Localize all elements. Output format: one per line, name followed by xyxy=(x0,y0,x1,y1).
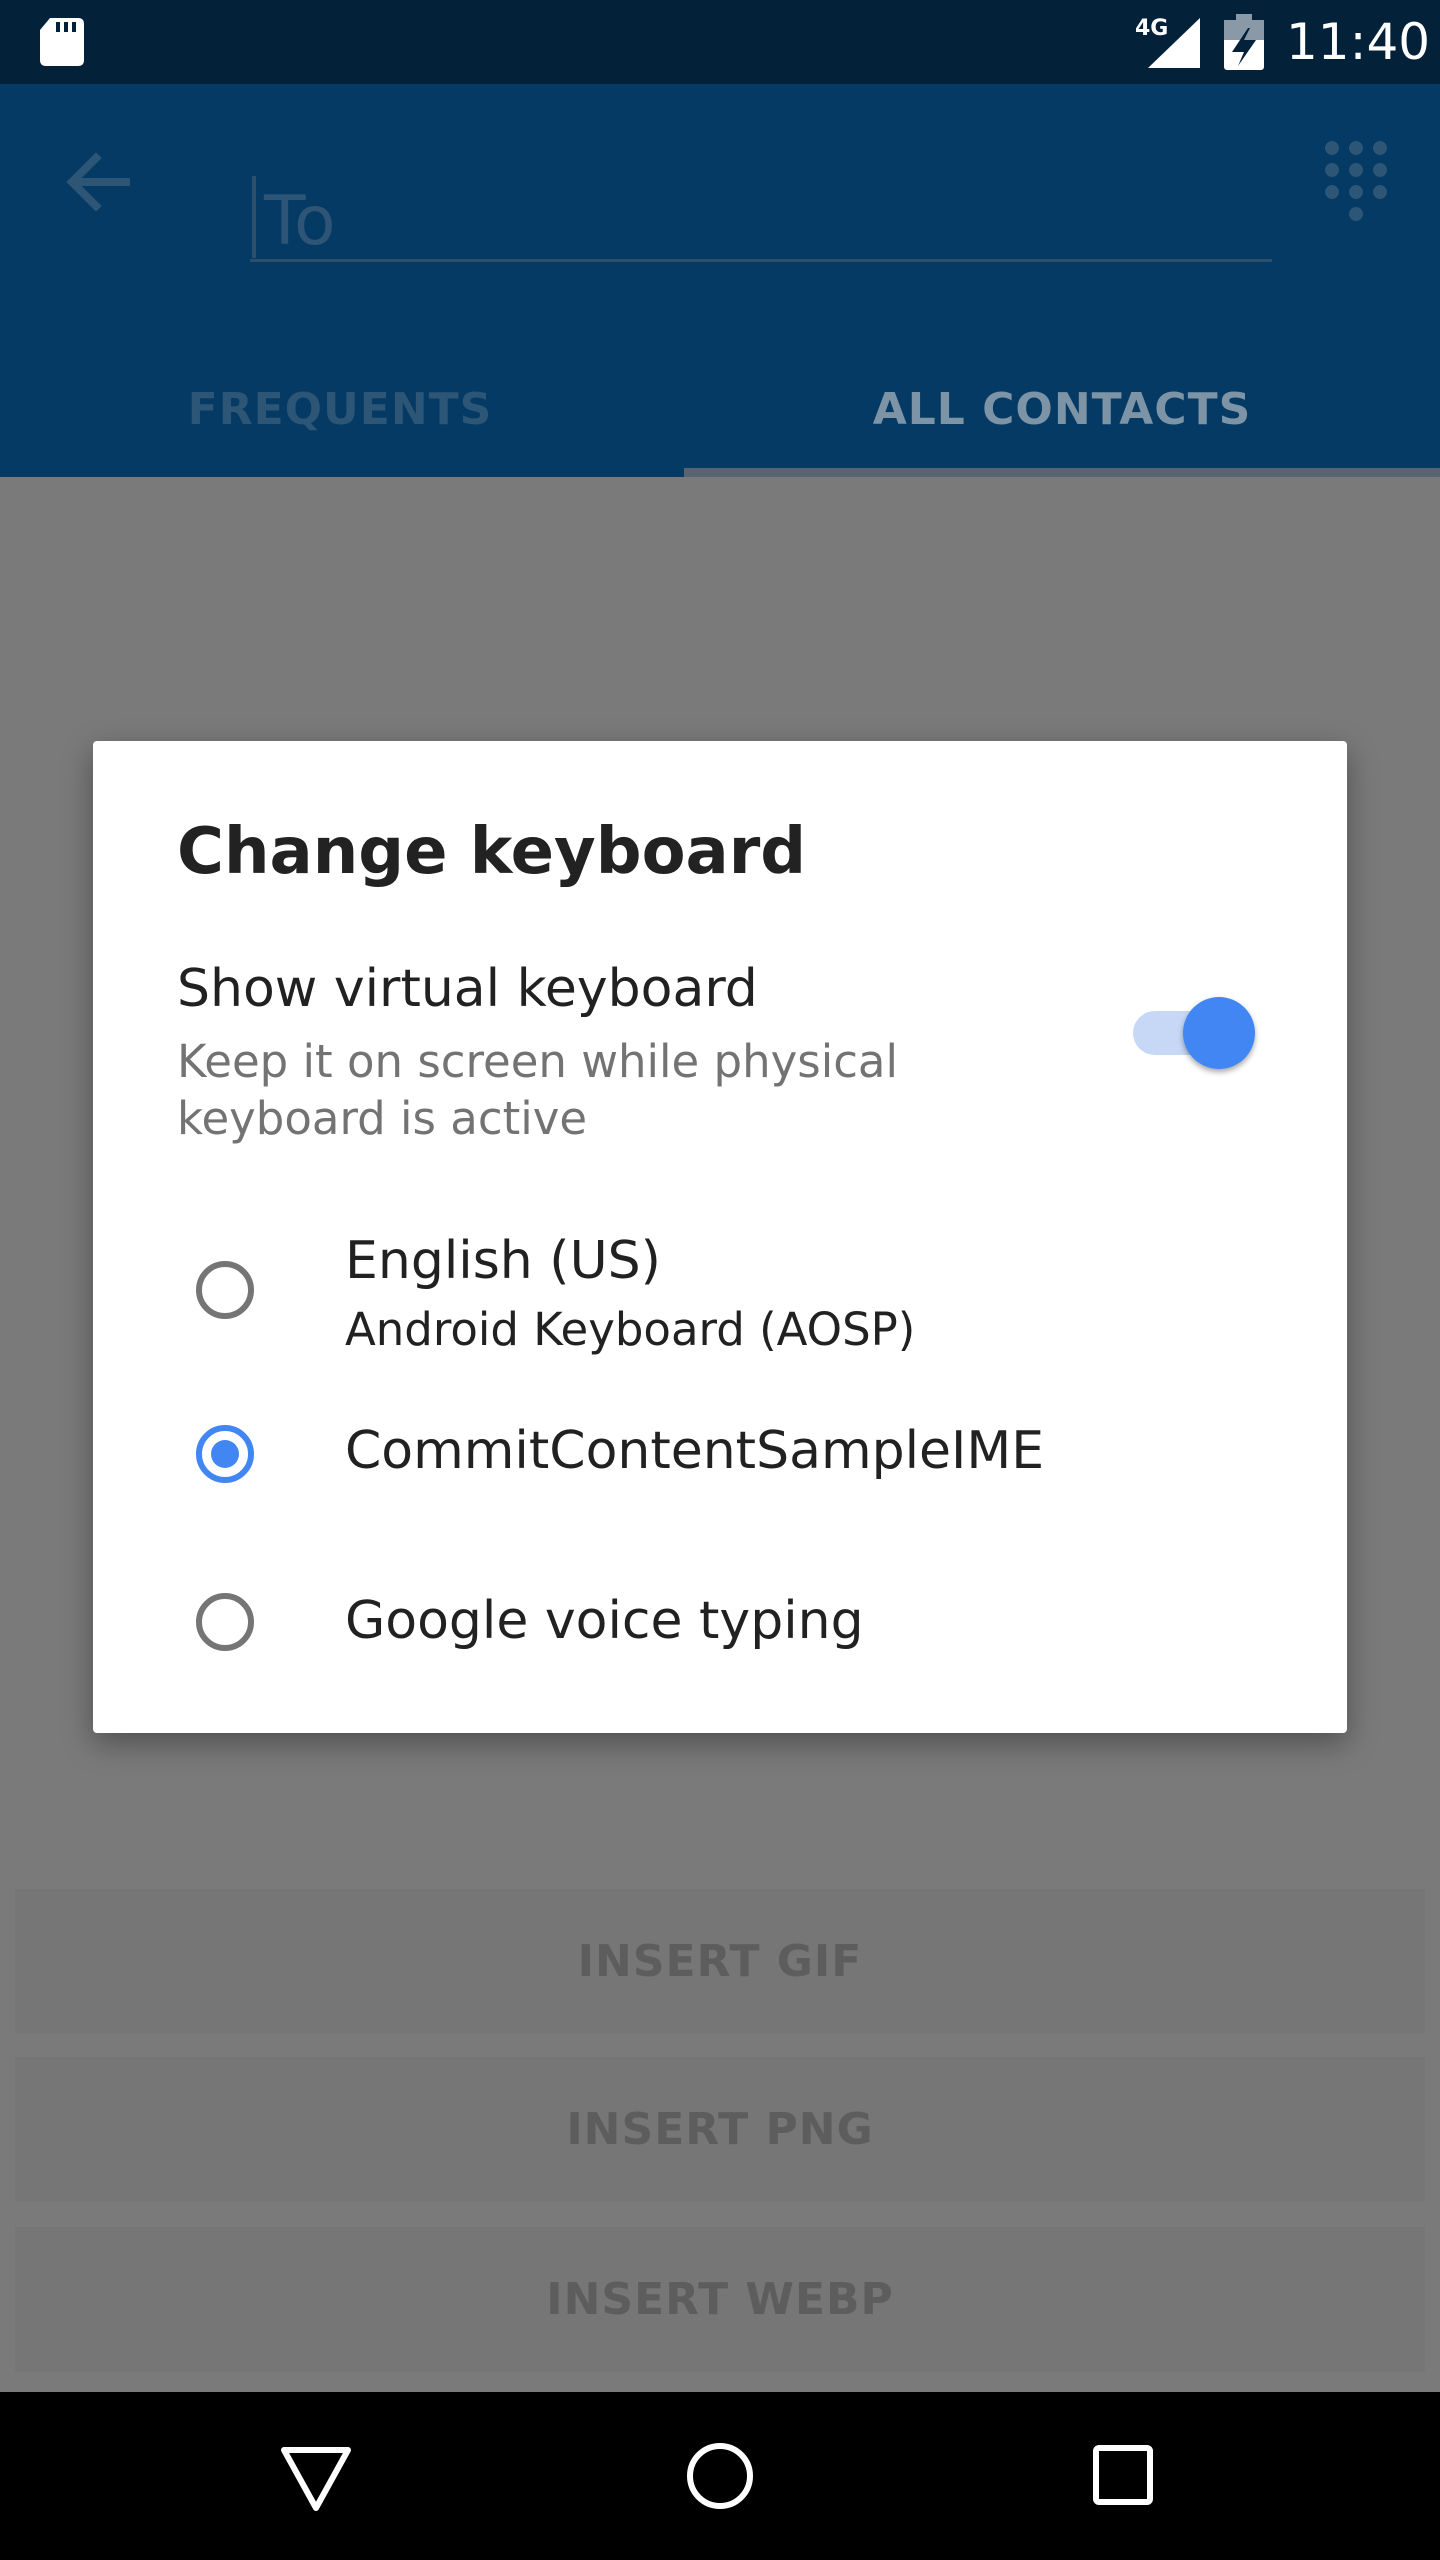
insert-png-button[interactable]: INSERT PNG xyxy=(15,2057,1425,2202)
status-time: 11:40 xyxy=(1286,13,1431,71)
status-bar: 4G 11:40 xyxy=(0,0,1440,84)
to-recipient-input[interactable]: To xyxy=(250,134,1272,262)
show-virtual-keyboard-subtitle: Keep it on screen while physical keyboar… xyxy=(177,1035,899,1145)
radio-voice[interactable] xyxy=(196,1593,254,1651)
option-sublabel-english: Android Keyboard (AOSP) xyxy=(345,1303,916,1356)
radio-commitcontent[interactable] xyxy=(196,1425,254,1483)
to-placeholder: To xyxy=(264,182,336,261)
insert-webp-button[interactable]: INSERT WEBP xyxy=(15,2227,1425,2372)
nav-back-icon[interactable] xyxy=(280,2446,352,2512)
tab-all-contacts[interactable]: ALL CONTACTS xyxy=(684,344,1440,474)
keyboard-option-voice[interactable]: Google voice typing xyxy=(93,1549,1347,1709)
switch-thumb xyxy=(1183,997,1255,1069)
option-label-english: English (US) xyxy=(345,1231,661,1291)
keyboard-option-commitcontent[interactable]: CommitContentSampleIME xyxy=(93,1381,1347,1541)
nav-recents-icon[interactable] xyxy=(1093,2445,1153,2505)
back-arrow-icon[interactable] xyxy=(64,148,132,216)
show-virtual-keyboard-switch[interactable] xyxy=(1133,993,1255,1073)
navigation-bar xyxy=(0,2392,1440,2560)
insert-gif-button[interactable]: INSERT GIF xyxy=(15,1889,1425,2034)
change-keyboard-dialog: Change keyboard Show virtual keyboard Ke… xyxy=(93,741,1347,1733)
tab-frequents[interactable]: FREQUENTS xyxy=(0,344,680,474)
option-label-commitcontent: CommitContentSampleIME xyxy=(345,1421,1045,1481)
radio-dot xyxy=(211,1440,239,1468)
option-label-voice: Google voice typing xyxy=(345,1591,864,1651)
battery-charging-icon xyxy=(1224,14,1264,70)
nav-home-icon[interactable] xyxy=(686,2442,754,2510)
keyboard-option-english[interactable]: English (US) Android Keyboard (AOSP) xyxy=(93,1211,1347,1371)
dialpad-icon[interactable] xyxy=(1324,140,1388,222)
sd-card-icon xyxy=(40,18,84,66)
show-virtual-keyboard-title: Show virtual keyboard xyxy=(177,959,758,1019)
tab-indicator xyxy=(684,468,1440,477)
app-bar: To FREQUENTS ALL CONTACTS xyxy=(0,84,1440,477)
input-underline xyxy=(250,259,1272,262)
signal-icon xyxy=(1148,18,1200,68)
dialog-title: Change keyboard xyxy=(177,815,807,889)
text-cursor xyxy=(252,176,256,258)
radio-english[interactable] xyxy=(196,1261,254,1319)
